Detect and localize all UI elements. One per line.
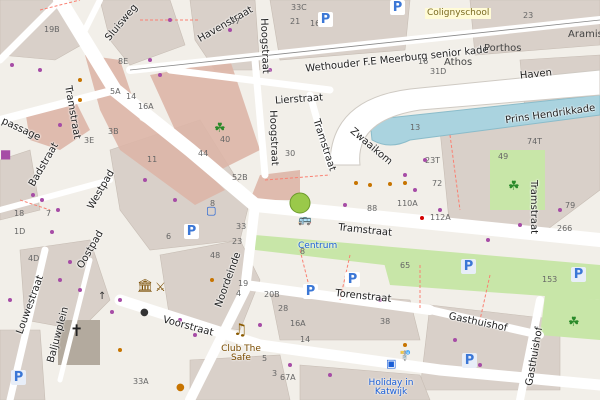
- house-number: 23: [232, 237, 243, 246]
- house-number: 19B: [44, 25, 60, 34]
- poi-label-aramis: Aramis: [568, 29, 600, 40]
- house-number: 33A: [133, 377, 149, 386]
- house-number: 6: [166, 232, 172, 241]
- parking-icon[interactable]: P: [318, 12, 333, 27]
- house-number: 14: [126, 92, 137, 101]
- parking-icon[interactable]: P: [303, 284, 318, 299]
- museum-icon[interactable]: 🏛: [137, 280, 154, 293]
- parking-icon[interactable]: P: [390, 0, 405, 15]
- hotel-icon[interactable]: ▢: [206, 205, 216, 216]
- tree-icon: ●: [176, 382, 185, 393]
- parking-icon[interactable]: P: [184, 224, 199, 239]
- house-number: 37: [230, 17, 241, 26]
- house-number: 72: [432, 179, 443, 188]
- house-number: 49: [498, 152, 509, 161]
- parking-icon[interactable]: P: [461, 259, 476, 274]
- house-number: 5A: [110, 87, 121, 96]
- house-number: 266: [557, 224, 573, 233]
- playground-icon[interactable]: ☘: [214, 122, 226, 135]
- parking-icon[interactable]: P: [345, 272, 360, 287]
- house-number: 88: [367, 204, 378, 213]
- bus-stop-icon[interactable]: 🚌: [298, 214, 312, 225]
- house-number: 8E: [118, 57, 129, 66]
- parking-icon[interactable]: P: [11, 370, 26, 385]
- map-canvas[interactable]: Tramstraat Tramstraat Tramstraat Haven P…: [0, 0, 600, 400]
- shop-icon[interactable]: ■: [0, 148, 11, 160]
- house-number: 23T: [425, 156, 441, 165]
- place-of-worship-icon[interactable]: ✝: [70, 323, 83, 339]
- house-number: 11: [147, 155, 158, 164]
- bus-stop-icon[interactable]: 🚏: [399, 352, 411, 362]
- street-label-tramstraat-right: Tramstraat: [528, 180, 539, 235]
- house-number: 4: [236, 289, 242, 298]
- roundabout-green: [289, 192, 311, 214]
- house-number: 14: [300, 335, 311, 344]
- bicycle-parking-icon[interactable]: ↑: [98, 292, 106, 302]
- house-number: 67A: [280, 373, 296, 382]
- house-number: 30: [285, 149, 296, 158]
- house-number: 52B: [232, 173, 248, 182]
- poi-label-porthos: Porthos: [484, 43, 522, 54]
- atm-icon[interactable]: ●: [140, 308, 149, 318]
- poi-label-holiday-in-katwijk[interactable]: Holiday in Katwijk: [368, 379, 414, 397]
- house-number: 20B: [264, 290, 280, 299]
- house-number: 112A: [430, 213, 451, 222]
- house-number: 1D: [14, 227, 26, 236]
- house-number: 38: [380, 317, 391, 326]
- house-number: 48: [210, 251, 221, 260]
- house-number: 16A: [138, 102, 154, 111]
- street-label-hoogstraat-1: Hoogstraat: [258, 17, 271, 74]
- parking-icon[interactable]: P: [462, 353, 477, 368]
- house-number: 3: [272, 369, 278, 378]
- house-number: 16: [418, 57, 429, 66]
- house-number: 40: [220, 135, 231, 144]
- red-dot: [420, 216, 424, 220]
- poi-label-colignyschool[interactable]: Colignyschool: [425, 8, 492, 19]
- house-number: 8: [300, 247, 306, 256]
- house-number: 79: [565, 201, 576, 210]
- house-number: 3E: [84, 136, 95, 145]
- house-number: 7: [46, 209, 52, 218]
- house-number: 74T: [527, 137, 543, 146]
- house-number: 110A: [397, 199, 418, 208]
- house-number: 4D: [28, 254, 40, 263]
- house-number: 21: [290, 17, 301, 26]
- house-number: 65: [400, 261, 411, 270]
- poi-label-club-the-safe[interactable]: Club The Safe: [220, 345, 262, 363]
- house-number: 3B: [108, 127, 119, 136]
- house-number: 44: [198, 149, 209, 158]
- house-number: 33: [236, 222, 247, 231]
- house-number: 28: [278, 304, 289, 313]
- music-venue-icon[interactable]: ♫: [233, 322, 247, 338]
- playground-icon[interactable]: ☘: [508, 180, 520, 193]
- house-number: 33C: [291, 3, 307, 12]
- poi-label-athos: Athos: [444, 57, 473, 68]
- monument-icon[interactable]: ⚔: [155, 281, 166, 293]
- viewpoint-icon[interactable]: ▣: [386, 358, 396, 369]
- street-label-hoogstraat-2: Hoogstraat: [267, 109, 280, 166]
- house-number: 23: [523, 11, 534, 20]
- house-number: 18: [14, 209, 25, 218]
- parking-icon[interactable]: P: [571, 267, 586, 282]
- playground-icon[interactable]: ☘: [568, 316, 580, 329]
- house-number: 153: [542, 275, 558, 284]
- house-number: 13: [410, 123, 421, 132]
- house-number: 5: [262, 354, 268, 363]
- house-number: 16A: [290, 319, 306, 328]
- house-number: 31D: [430, 67, 447, 76]
- house-number: 19: [238, 279, 249, 288]
